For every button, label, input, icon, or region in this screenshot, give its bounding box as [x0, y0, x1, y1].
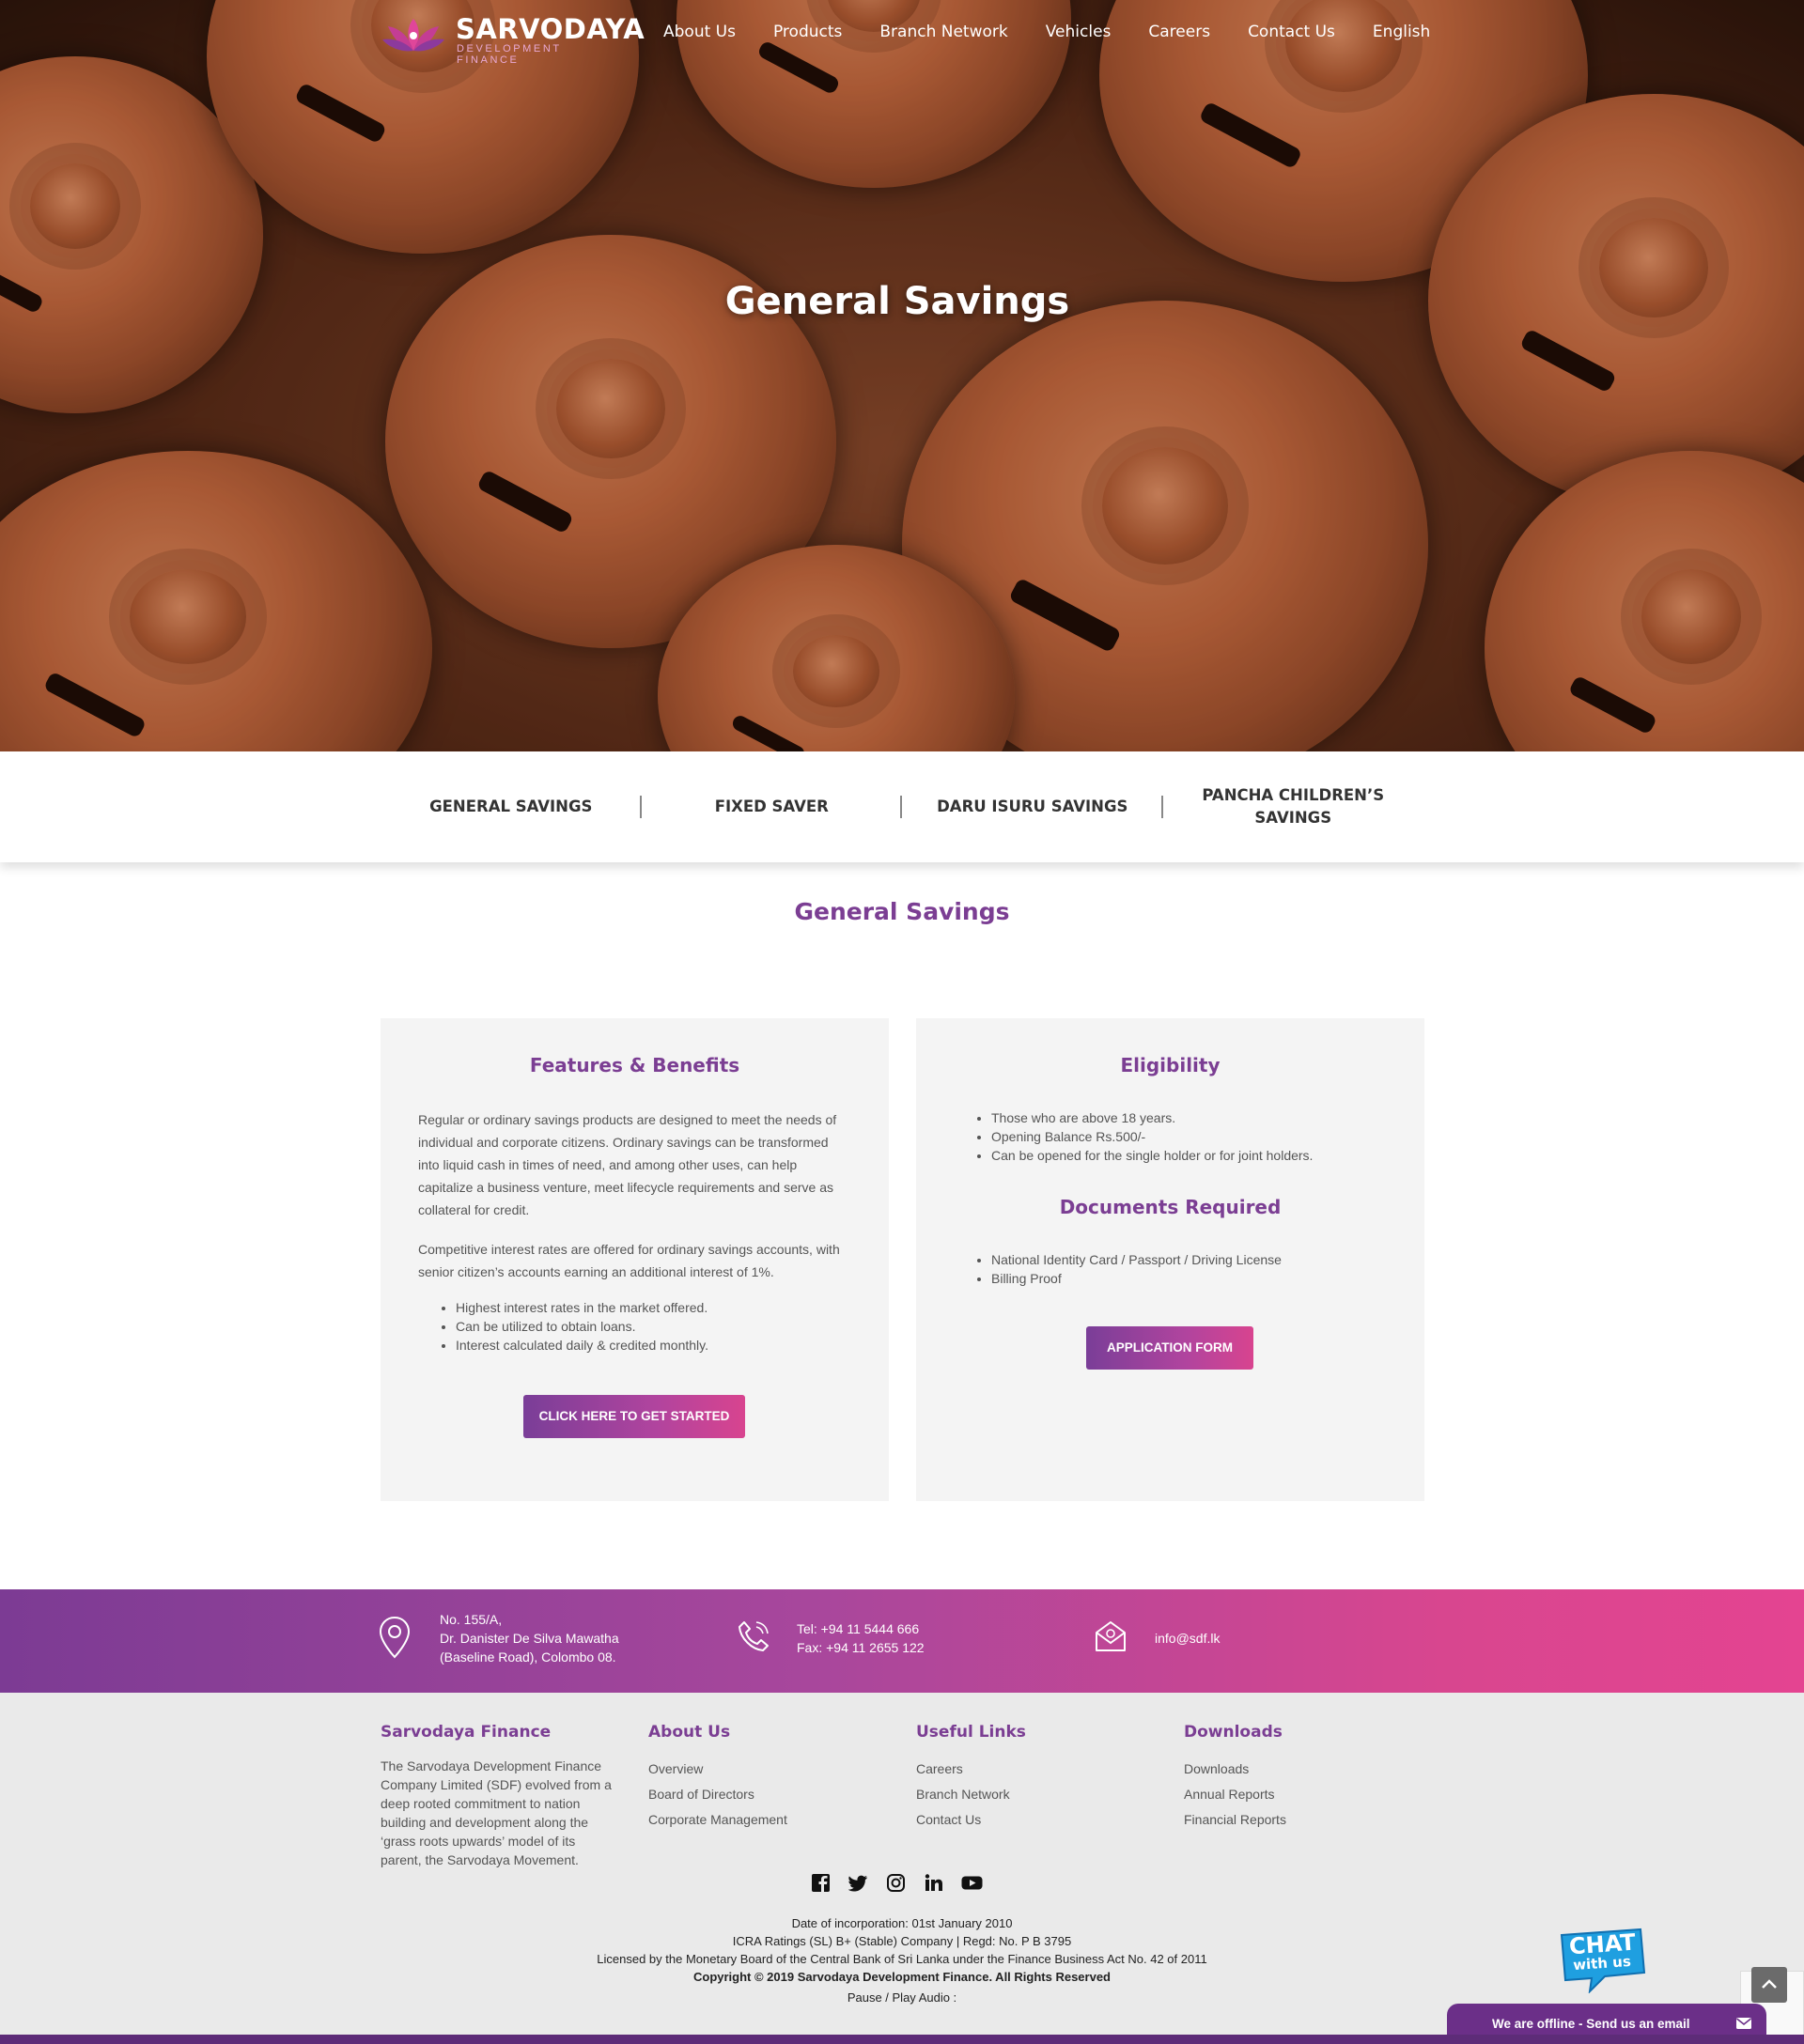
address-line: Dr. Danister De Silva Mawatha [440, 1631, 619, 1646]
email-icon [1096, 1621, 1126, 1651]
brand-tagline: DEVELOPMENT FINANCE [457, 43, 562, 66]
footer-useful-links: Useful Links Careers Branch Network Cont… [916, 1723, 1160, 1833]
legal-info: Date of incorporation: 01st January 2010… [0, 1914, 1804, 2006]
list-item: Can be opened for the single holder or f… [991, 1146, 1405, 1165]
documents-heading: Documents Required [1059, 1196, 1282, 1218]
list-item: National Identity Card / Passport / Driv… [991, 1250, 1405, 1269]
license-info: Licensed by the Monetary Board of the Ce… [597, 1952, 1207, 1966]
nav-contact-us[interactable]: Contact Us [1248, 23, 1335, 41]
list-item: Billing Proof [991, 1269, 1405, 1288]
twitter-icon[interactable] [848, 1873, 868, 1893]
lotus-logo-icon [382, 19, 444, 52]
list-item: Highest interest rates in the market off… [456, 1298, 850, 1317]
tab-daru-isuru-savings[interactable]: DARU ISURU SAVINGS [902, 796, 1163, 818]
phone-icon [739, 1621, 769, 1651]
tab-label: FIXED SAVER [714, 797, 829, 815]
features-list: Highest interest rates in the market off… [456, 1298, 850, 1355]
location-pin-icon [379, 1616, 411, 1659]
tab-general-savings[interactable]: GENERAL SAVINGS [381, 796, 642, 818]
email-link[interactable]: info@sdf.lk [1155, 1629, 1220, 1648]
features-card: Features & Benefits Regular or ordinary … [381, 1018, 889, 1501]
tab-label: PANCHA CHILDREN’S SAVINGS [1202, 786, 1385, 827]
eligibility-heading: Eligibility [1120, 1054, 1221, 1076]
nav-careers[interactable]: Careers [1148, 23, 1210, 41]
footer-downloads: Downloads Downloads Annual Reports Finan… [1184, 1723, 1428, 1833]
footer-link-annual-reports[interactable]: Annual Reports [1184, 1782, 1428, 1807]
features-paragraph: Regular or ordinary savings products are… [418, 1112, 837, 1217]
eligibility-list: Those who are above 18 years. Opening Ba… [991, 1108, 1405, 1165]
instagram-icon[interactable] [886, 1873, 906, 1893]
section-title: General Savings [794, 898, 1010, 925]
chat-with-us-badge[interactable]: CHAT with us [1556, 1928, 1646, 1994]
get-started-button[interactable]: CLICK HERE TO GET STARTED [523, 1395, 745, 1438]
footer: Sarvodaya Finance The Sarvodaya Developm… [0, 1693, 1804, 2044]
hero-title: General Savings [724, 280, 1070, 323]
copyright: Copyright © 2019 Sarvodaya Development F… [0, 1968, 1804, 1986]
footer-about: Sarvodaya Finance The Sarvodaya Developm… [381, 1723, 612, 1869]
footer-link-branch-network[interactable]: Branch Network [916, 1782, 1160, 1807]
nav-language[interactable]: English [1373, 23, 1430, 41]
footer-link-management[interactable]: Corporate Management [648, 1807, 893, 1833]
product-tabs: GENERAL SAVINGS FIXED SAVER DARU ISURU S… [381, 751, 1423, 862]
footer-heading: Useful Links [916, 1723, 1026, 1742]
footer-heading: About Us [648, 1723, 731, 1742]
eligibility-card: Eligibility Those who are above 18 years… [916, 1018, 1424, 1501]
footer-link-overview[interactable]: Overview [648, 1757, 893, 1782]
address-line: No. 155/A, [440, 1612, 503, 1627]
footer-link-board[interactable]: Board of Directors [648, 1782, 893, 1807]
copyright-text: Copyright © 2019 Sarvodaya Development F… [692, 1970, 1111, 1984]
fax-number: Fax: +94 11 2655 122 [797, 1640, 925, 1655]
nav-about-us[interactable]: About Us [663, 23, 736, 41]
footer-link-financial-reports[interactable]: Financial Reports [1184, 1807, 1428, 1833]
brand-name: SARVODAYA [456, 13, 645, 45]
address-block: No. 155/A, Dr. Danister De Silva Mawatha… [440, 1610, 619, 1666]
nav-branch-network[interactable]: Branch Network [879, 23, 1007, 41]
address-line: (Baseline Road), Colombo 08. [440, 1649, 616, 1665]
linkedin-icon[interactable] [924, 1873, 943, 1893]
main-menu: About Us Products Branch Network Vehicle… [663, 23, 1468, 41]
top-nav: SARVODAYA DEVELOPMENT FINANCE About Us P… [0, 0, 1804, 70]
footer-heading: Downloads [1184, 1723, 1283, 1742]
features-paragraph: Competitive interest rates are offered f… [418, 1242, 840, 1279]
tab-fixed-saver[interactable]: FIXED SAVER [642, 796, 902, 818]
hero-banner: SARVODAYA DEVELOPMENT FINANCE About Us P… [0, 0, 1804, 751]
tab-pancha-childrens-savings[interactable]: PANCHA CHILDREN’S SAVINGS [1163, 784, 1424, 829]
features-heading: Features & Benefits [529, 1054, 740, 1076]
social-links [811, 1873, 983, 1893]
footer-heading: Sarvodaya Finance [381, 1723, 552, 1742]
footer-about-links: About Us Overview Board of Directors Cor… [648, 1723, 893, 1833]
footer-link-careers[interactable]: Careers [916, 1757, 1160, 1782]
phone-number[interactable]: Tel: +94 11 5444 666 [797, 1619, 925, 1638]
nav-products[interactable]: Products [773, 23, 842, 41]
facebook-icon[interactable] [811, 1873, 831, 1893]
phone-block: Tel: +94 11 5444 666 Fax: +94 11 2655 12… [797, 1619, 925, 1657]
chat-badge-subtitle: with us [1572, 1952, 1632, 1974]
list-item: Those who are above 18 years. [991, 1108, 1405, 1127]
list-item: Interest calculated daily & credited mon… [456, 1336, 850, 1355]
list-item: Can be utilized to obtain loans. [456, 1317, 850, 1336]
incorporation-date: Date of incorporation: 01st January 2010 [791, 1916, 1013, 1930]
nav-vehicles[interactable]: Vehicles [1046, 23, 1112, 41]
footer-link-contact-us[interactable]: Contact Us [916, 1807, 1160, 1833]
offline-message: We are offline - Send us an email [1492, 2017, 1690, 2031]
envelope-icon [1736, 2018, 1751, 2029]
product-tabs-bar: GENERAL SAVINGS FIXED SAVER DARU ISURU S… [0, 751, 1804, 862]
tab-label: DARU ISURU SAVINGS [937, 797, 1128, 815]
contact-strip: No. 155/A, Dr. Danister De Silva Mawatha… [0, 1589, 1804, 1693]
youtube-icon[interactable] [961, 1873, 983, 1893]
list-item: Opening Balance Rs.500/- [991, 1127, 1405, 1146]
tab-label: GENERAL SAVINGS [429, 797, 593, 815]
chevron-up-icon [1762, 1979, 1777, 1989]
footer-bottom-strip [0, 2035, 1804, 2044]
scroll-to-top-button[interactable] [1751, 1967, 1787, 2003]
footer-link-downloads[interactable]: Downloads [1184, 1757, 1428, 1782]
footer-about-text: The Sarvodaya Development Finance Compan… [381, 1758, 612, 1867]
application-form-button[interactable]: APPLICATION FORM [1086, 1326, 1253, 1370]
rating-info: ICRA Ratings (SL) B+ (Stable) Company | … [732, 1934, 1072, 1948]
hero-overlay [0, 0, 1804, 751]
brand-logo[interactable]: SARVODAYA DEVELOPMENT FINANCE [381, 13, 645, 66]
documents-list: National Identity Card / Passport / Driv… [991, 1250, 1405, 1288]
